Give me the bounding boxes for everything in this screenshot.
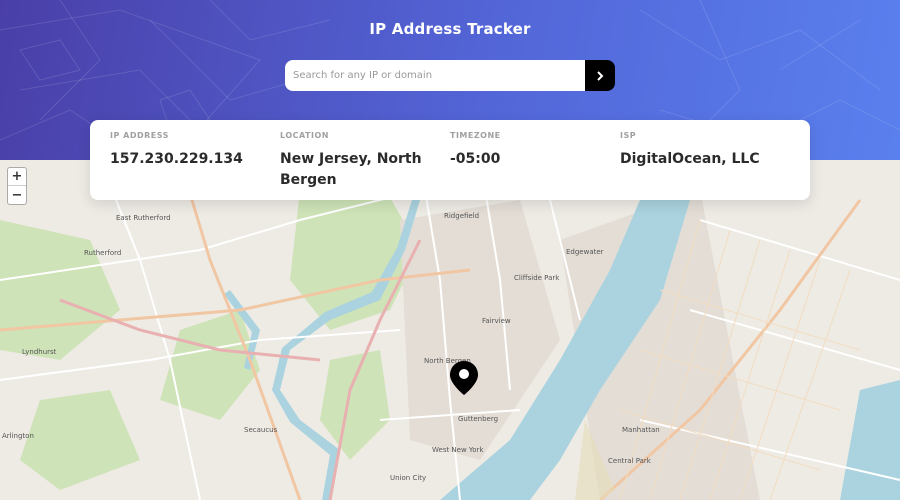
- map-label-fairview: Fairview: [482, 317, 511, 325]
- map-label-central-park: Central Park: [608, 457, 651, 465]
- map[interactable]: Ridgefield East Rutherford Rutherford Ed…: [0, 160, 900, 500]
- search-submit-button[interactable]: [585, 60, 615, 91]
- map-label-west-new-york: West New York: [432, 446, 484, 454]
- map-label-lyndhurst: Lyndhurst: [22, 348, 57, 356]
- search-form: [285, 60, 615, 91]
- search-input[interactable]: [285, 60, 585, 91]
- zoom-out-button[interactable]: −: [8, 186, 26, 204]
- timezone-value: -05:00: [450, 151, 501, 167]
- map-label-guttenberg: Guttenberg: [458, 415, 499, 423]
- ip-address-block: IP ADDRESS 157.230.229.134: [110, 130, 280, 190]
- map-label-secaucus: Secaucus: [244, 426, 278, 434]
- map-label-arlington: Arlington: [2, 432, 34, 440]
- location-pin-icon[interactable]: [449, 360, 479, 396]
- map-label-ridgefield: Ridgefield: [444, 212, 480, 220]
- map-label-edgewater: Edgewater: [566, 248, 604, 256]
- ip-address-value: 157.230.229.134: [110, 151, 243, 167]
- zoom-control: + −: [7, 167, 27, 205]
- chevron-right-icon: [597, 70, 604, 81]
- location-label: LOCATION: [280, 131, 329, 140]
- map-label-manhattan: Manhattan: [622, 426, 660, 434]
- timezone-block: TIMEZONE -05:00: [450, 130, 620, 190]
- isp-value: DigitalOcean, LLC: [620, 151, 760, 167]
- ip-address-label: IP ADDRESS: [110, 131, 169, 140]
- isp-block: ISP DigitalOcean, LLC: [620, 130, 790, 190]
- location-block: LOCATION New Jersey, North Bergen: [280, 130, 450, 190]
- map-label-cliffside-park: Cliffside Park: [514, 274, 560, 282]
- map-label-east-rutherford: East Rutherford: [116, 214, 171, 222]
- location-value: New Jersey, North Bergen: [280, 151, 422, 188]
- page-title: IP Address Tracker: [369, 20, 531, 38]
- isp-label: ISP: [620, 131, 637, 140]
- timezone-label: TIMEZONE: [450, 131, 501, 140]
- map-label-union-city: Union City: [390, 474, 427, 482]
- zoom-in-button[interactable]: +: [8, 168, 26, 186]
- map-label-rutherford: Rutherford: [84, 249, 122, 257]
- ip-info-card: IP ADDRESS 157.230.229.134 LOCATION New …: [90, 120, 810, 200]
